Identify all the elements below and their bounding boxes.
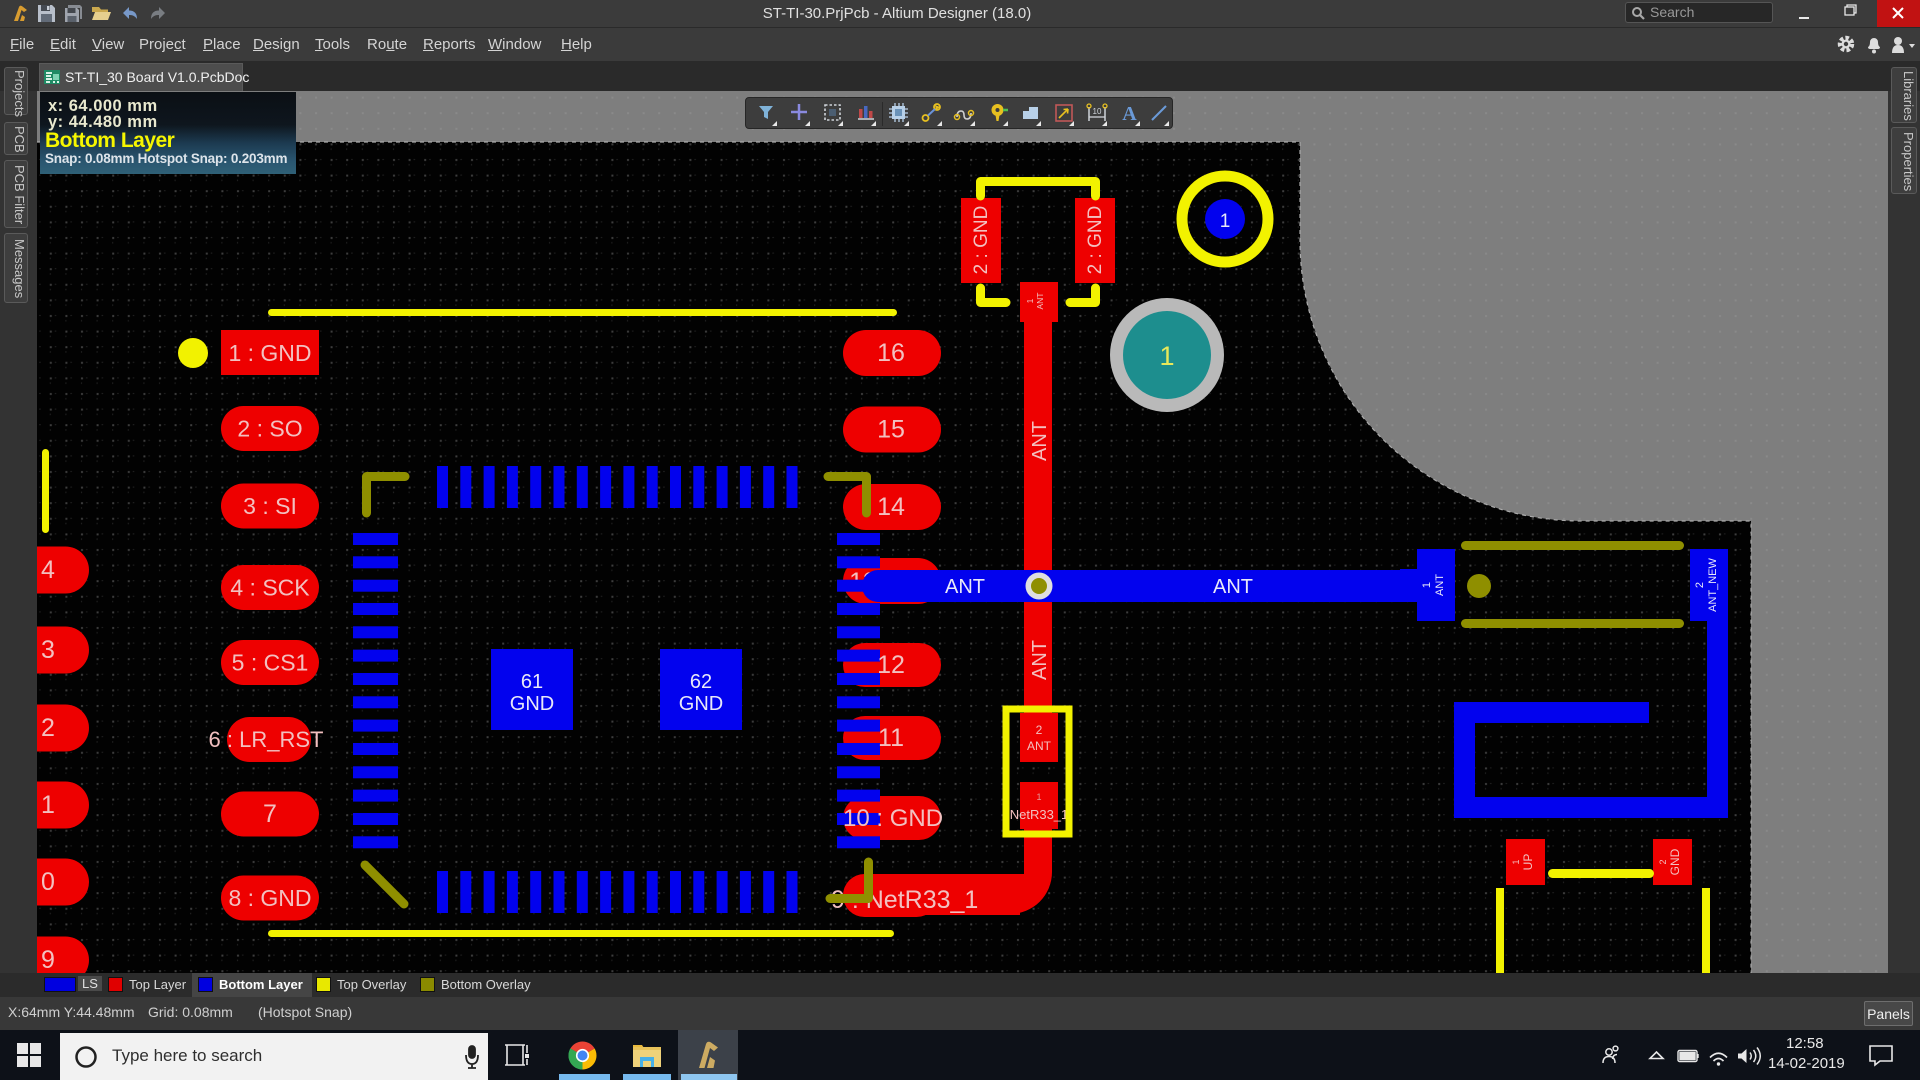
svg-text:2: 2 bbox=[1694, 582, 1706, 588]
svg-text:2: 2 bbox=[41, 714, 55, 742]
svg-text:5 : CS1: 5 : CS1 bbox=[232, 650, 309, 676]
svg-text:2 : SO: 2 : SO bbox=[237, 416, 302, 442]
svg-text:ANT_NEW: ANT_NEW bbox=[1707, 557, 1719, 611]
svg-text:3: 3 bbox=[41, 636, 55, 664]
svg-text:1: 1 bbox=[1220, 211, 1231, 232]
svg-text:10 : GND: 10 : GND bbox=[843, 805, 943, 832]
svg-text:4 : SCK: 4 : SCK bbox=[230, 575, 310, 601]
svg-text:GND: GND bbox=[1668, 848, 1682, 875]
svg-text:ANT: ANT bbox=[945, 576, 985, 598]
svg-text:3 : SI: 3 : SI bbox=[243, 493, 297, 519]
svg-text:ANT: ANT bbox=[1027, 739, 1052, 753]
svg-text:14: 14 bbox=[877, 493, 905, 521]
svg-text:15: 15 bbox=[877, 416, 905, 444]
svg-text:ANT: ANT bbox=[1434, 574, 1446, 596]
svg-text:0: 0 bbox=[41, 868, 55, 896]
svg-text:8 : GND: 8 : GND bbox=[228, 885, 311, 911]
svg-text:NetR33_1: NetR33_1 bbox=[1010, 807, 1069, 822]
svg-text:16: 16 bbox=[877, 339, 905, 367]
svg-text:A: A bbox=[1122, 103, 1137, 125]
svg-text:1: 1 bbox=[41, 791, 55, 819]
svg-text:61: 61 bbox=[521, 671, 543, 693]
svg-text:2: 2 bbox=[1036, 723, 1043, 737]
svg-text:1: 1 bbox=[1036, 792, 1041, 802]
svg-text:6 : LR_RST: 6 : LR_RST bbox=[209, 727, 324, 752]
svg-text:ANT: ANT bbox=[1035, 293, 1045, 310]
svg-text:9: 9 bbox=[41, 946, 55, 973]
svg-text:62: 62 bbox=[690, 671, 712, 693]
svg-text:1: 1 bbox=[1159, 341, 1174, 371]
svg-text:UP: UP bbox=[1521, 854, 1535, 871]
svg-text:ANT: ANT bbox=[1029, 640, 1051, 680]
svg-text:ANT: ANT bbox=[1029, 421, 1051, 461]
svg-text:2: 2 bbox=[1658, 859, 1668, 864]
svg-text:4: 4 bbox=[41, 556, 55, 584]
svg-text:12: 12 bbox=[877, 651, 905, 679]
svg-text:11: 11 bbox=[878, 724, 904, 752]
svg-text:GND: GND bbox=[510, 693, 554, 715]
svg-text:1: 1 bbox=[1511, 859, 1521, 864]
svg-text:ANT: ANT bbox=[1213, 576, 1253, 598]
svg-text:7: 7 bbox=[263, 800, 277, 828]
svg-text:GND: GND bbox=[679, 693, 723, 715]
svg-text:2 : GND: 2 : GND bbox=[971, 206, 992, 275]
svg-text:1 : GND: 1 : GND bbox=[228, 340, 311, 366]
svg-text:1: 1 bbox=[1025, 298, 1035, 303]
svg-text:2 : GND: 2 : GND bbox=[1085, 206, 1106, 275]
svg-text:1: 1 bbox=[1421, 582, 1433, 588]
svg-text:10: 10 bbox=[1093, 107, 1102, 116]
